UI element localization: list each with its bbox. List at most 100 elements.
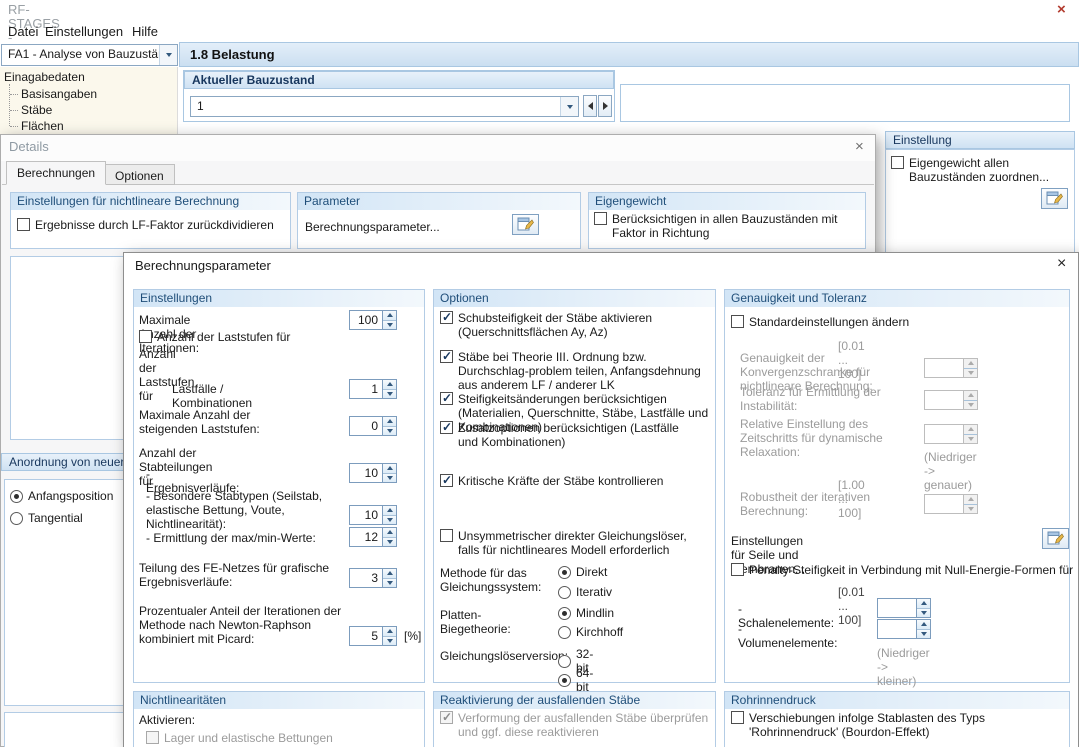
spinner-down-button[interactable] [383,514,396,524]
fe-mesh-division-spinner[interactable]: 3 [349,568,397,588]
spinner-down-button[interactable] [964,367,977,377]
radio-icon[interactable] [558,673,571,687]
spinner-down-button[interactable] [917,607,930,617]
spinner-value[interactable] [877,619,917,639]
spinner-down-button[interactable] [383,536,396,546]
checkbox-lager-bettungen[interactable]: Lager und elastische Bettungen [146,731,396,745]
checkbox-unsymmetrischer-loeser[interactable]: Unsymmetrischer direkter Gleichungslöser… [440,529,705,557]
menu-item-einstellungen[interactable]: Einstellungen [45,25,123,39]
checkbox-icon[interactable] [440,529,453,542]
relaxation-time-step-spinner[interactable] [924,424,978,444]
radio-icon[interactable] [558,625,571,639]
checkbox-icon[interactable] [891,156,904,169]
spinner-value[interactable] [924,494,964,514]
checkbox-eigengewicht-faktor[interactable]: Berücksichtigen in allen Bauzuständen mi… [594,212,857,240]
spinner-up-button[interactable] [383,569,396,578]
spinner-up-button[interactable] [383,417,396,426]
result-diagram-divisions-spinner[interactable]: 10 [349,463,397,483]
checkbox-icon[interactable] [731,711,744,724]
tab-berechnungen[interactable]: Berechnungen [6,161,107,185]
details-close-icon[interactable]: × [855,139,864,154]
radio-icon[interactable] [10,511,23,525]
analysis-case-combo-dropdown[interactable] [159,45,177,65]
increasing-load-steps-spinner[interactable]: 0 [349,416,397,436]
checkbox-icon[interactable] [440,473,453,487]
seile-membranen-button[interactable] [1042,528,1069,549]
spinner-value[interactable]: 5 [349,626,383,646]
radio-icon[interactable] [558,565,571,579]
radio-64bit[interactable]: 64-bit [558,666,593,694]
checkbox-penalty-steifigkeit[interactable]: Penalty-Steifigkeit in Verbindung mit Nu… [731,563,1073,577]
spinner-down-button[interactable] [383,425,396,435]
bauzustand-combo-dropdown[interactable] [560,97,578,116]
checkbox-verformung-reaktivieren[interactable]: Verformung der ausfallenden Stäbe überpr… [440,710,710,739]
menu-item-datei[interactable]: Datei [8,25,38,39]
spinner-down-button[interactable] [917,628,930,638]
dialog-close-icon[interactable]: × [1057,256,1066,272]
spinner-value[interactable]: 1 [349,379,383,399]
spinner-value[interactable]: 100 [349,310,383,330]
max-min-divisions-spinner[interactable]: 12 [349,527,397,547]
checkbox-icon[interactable] [594,212,607,225]
spinner-up-button[interactable] [964,391,977,400]
spinner-value[interactable] [877,598,917,618]
load-cases-spinner[interactable]: 1 [349,379,397,399]
spinner-up-button[interactable] [383,506,396,515]
checkbox-icon[interactable] [139,330,152,343]
checkbox-icon[interactable] [731,563,744,576]
spinner-up-button[interactable] [383,464,396,473]
menu-item-hilfe[interactable]: Hilfe [132,25,158,39]
spinner-value[interactable] [924,424,964,444]
spinner-up-button[interactable] [917,599,930,608]
spinner-down-button[interactable] [383,577,396,587]
spinner-up-button[interactable] [383,627,396,636]
eigengewicht-edit-button[interactable] [1041,188,1068,209]
checkbox-icon[interactable] [440,391,453,405]
checkbox-anzahl-laststufen[interactable]: Anzahl der Laststufen für [139,330,339,344]
picard-percentage-spinner[interactable]: 5 [349,626,397,646]
checkbox-zusatzoptionen[interactable]: Zusatzoptionen berücksichtigen (Lastfäll… [440,420,685,449]
checkbox-rohrinnendruck[interactable]: Verschiebungen infolge Stablasten des Ty… [731,711,1066,739]
checkbox-icon[interactable] [731,315,744,328]
spinner-up-button[interactable] [383,528,396,537]
shell-elements-spinner[interactable] [877,598,931,618]
spinner-value[interactable] [924,358,964,378]
radio-kirchhoff[interactable]: Kirchhoff [558,625,623,639]
spinner-down-button[interactable] [964,433,977,443]
checkbox-kritische-kraefte[interactable]: Kritische Kräfte der Stäbe kontrollieren [440,473,712,488]
spinner-value[interactable]: 12 [349,527,383,547]
spinner-up-button[interactable] [917,620,930,629]
checkbox-icon[interactable] [17,218,30,231]
special-member-divisions-spinner[interactable]: 10 [349,505,397,525]
solid-elements-spinner[interactable] [877,619,931,639]
spinner-value[interactable]: 3 [349,568,383,588]
spinner-down-button[interactable] [964,399,977,409]
tab-optionen[interactable]: Optionen [104,164,175,185]
spinner-value[interactable]: 10 [349,463,383,483]
convergence-precision-spinner[interactable] [924,358,978,378]
radio-iterativ[interactable]: Iterativ [558,585,612,599]
spinner-up-button[interactable] [383,311,396,320]
radio-icon[interactable] [10,489,23,503]
spinner-value[interactable] [924,390,964,410]
radio-anfangsposition[interactable]: Anfangsposition [10,489,113,503]
radio-tangential[interactable]: Tangential [10,511,83,525]
spinner-value[interactable]: 0 [349,416,383,436]
spinner-up-button[interactable] [964,425,977,434]
spinner-down-button[interactable] [383,472,396,482]
tree-root-einagabedaten[interactable]: Einagabedaten [4,70,85,84]
spinner-down-button[interactable] [383,635,396,645]
checkbox-icon[interactable] [440,310,453,324]
spinner-up-button[interactable] [383,380,396,389]
bauzustand-combo[interactable]: 1 [190,96,579,117]
radio-icon[interactable] [558,606,571,620]
checkbox-theorie-III[interactable]: Stäbe bei Theorie III. Ordnung bzw. Durc… [440,349,712,392]
radio-mindlin[interactable]: Mindlin [558,606,614,620]
spinner-down-button[interactable] [964,503,977,513]
window-close-icon[interactable]: × [1057,2,1066,17]
radio-icon[interactable] [558,585,571,599]
spinner-up-button[interactable] [964,495,977,504]
checkbox-icon[interactable] [146,731,159,744]
checkbox-icon[interactable] [440,349,453,363]
instability-tolerance-spinner[interactable] [924,390,978,410]
